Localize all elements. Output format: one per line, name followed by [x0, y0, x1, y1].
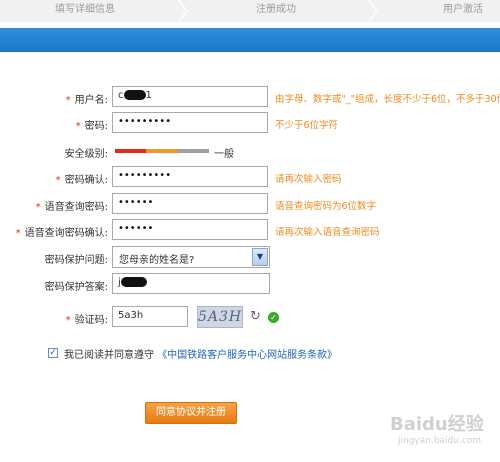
- voice-password-confirm-label: * 语音查询密码确认:: [15, 228, 108, 239]
- chevron-down-icon[interactable]: ▼: [252, 248, 268, 266]
- agree-text: 我已阅读并同意遵守 《中国铁路客户服务中心网站服务条款》: [64, 350, 338, 361]
- username-hint: 由字母、数字或"_"组成，长度不少于6位，不多于30位: [275, 94, 500, 105]
- security-answer-label: 密码保护答案:: [44, 282, 108, 293]
- security-question-value: 您母亲的姓名是?: [119, 255, 195, 266]
- voice-password-confirm-row: * 语音查询密码确认: •••••• 请再次输入语音查询密码: [0, 219, 500, 243]
- step-register-success: 注册成功: [256, 4, 296, 15]
- password-confirm-label: * 密码确认:: [55, 175, 108, 186]
- terms-link[interactable]: 《中国铁路客户服务中心网站服务条款》: [157, 350, 337, 361]
- username-input[interactable]: c1: [112, 86, 268, 107]
- voice-password-label: * 语音查询密码:: [35, 202, 108, 213]
- username-label: * 用户名:: [65, 95, 108, 106]
- progress-steps: 填写详细信息 注册成功 用户激活: [0, 0, 500, 22]
- captcha-image[interactable]: 5A3H: [197, 306, 243, 328]
- step-user-activate: 用户激活: [443, 4, 483, 15]
- security-level-row: 安全级别: 一般: [0, 140, 500, 164]
- step-fill-details: 填写详细信息: [55, 4, 115, 15]
- voice-password-input[interactable]: ••••••: [112, 193, 268, 214]
- strength-segment-strong: [178, 149, 209, 153]
- username-row: * 用户名: c1 由字母、数字或"_"组成，长度不少于6位，不多于30位: [0, 86, 500, 110]
- agree-checkbox[interactable]: ✓: [48, 348, 58, 358]
- security-answer-row: 密码保护答案: j: [0, 273, 500, 297]
- password-confirm-row: * 密码确认: ••••••••• 请再次输入密码: [0, 166, 500, 190]
- security-question-select[interactable]: 您母亲的姓名是? ▼: [112, 246, 270, 268]
- refresh-icon[interactable]: ↻: [250, 309, 261, 324]
- password-row: * 密码: ••••••••• 不少于6位字符: [0, 112, 500, 136]
- security-question-label: 密码保护问题:: [44, 255, 108, 266]
- baidu-watermark: Baidu经验 jingyan.baidu.com: [390, 414, 484, 446]
- captcha-label: * 验证码:: [65, 315, 108, 326]
- redaction-mask: [123, 90, 146, 100]
- agree-and-register-button[interactable]: 同意协议并注册: [145, 402, 237, 424]
- voice-password-hint: 语音查询密码为6位数字: [275, 201, 377, 212]
- captcha-input[interactable]: 5a3h: [112, 306, 188, 327]
- voice-password-row: * 语音查询密码: •••••• 语音查询密码为6位数字: [0, 193, 500, 217]
- section-header-bar: [0, 28, 500, 52]
- strength-meter: [115, 149, 209, 153]
- strength-segment-medium: [146, 149, 178, 153]
- voice-password-confirm-input[interactable]: ••••••: [112, 219, 268, 240]
- password-confirm-hint: 请再次输入密码: [275, 174, 342, 185]
- strength-level-text: 一般: [214, 149, 234, 160]
- password-confirm-input[interactable]: •••••••••: [112, 166, 268, 187]
- password-hint: 不少于6位字符: [275, 120, 339, 131]
- security-level-label: 安全级别:: [64, 149, 108, 160]
- voice-password-confirm-hint: 请再次输入语音查询密码: [275, 227, 380, 238]
- password-label: * 密码:: [75, 121, 108, 132]
- redaction-mask: [120, 277, 147, 287]
- security-answer-input[interactable]: j: [112, 273, 270, 294]
- strength-segment-weak: [115, 149, 146, 153]
- security-question-row: 密码保护问题: 您母亲的姓名是? ▼: [0, 246, 500, 270]
- password-input[interactable]: •••••••••: [112, 112, 268, 133]
- check-success-icon: ✓: [268, 312, 279, 323]
